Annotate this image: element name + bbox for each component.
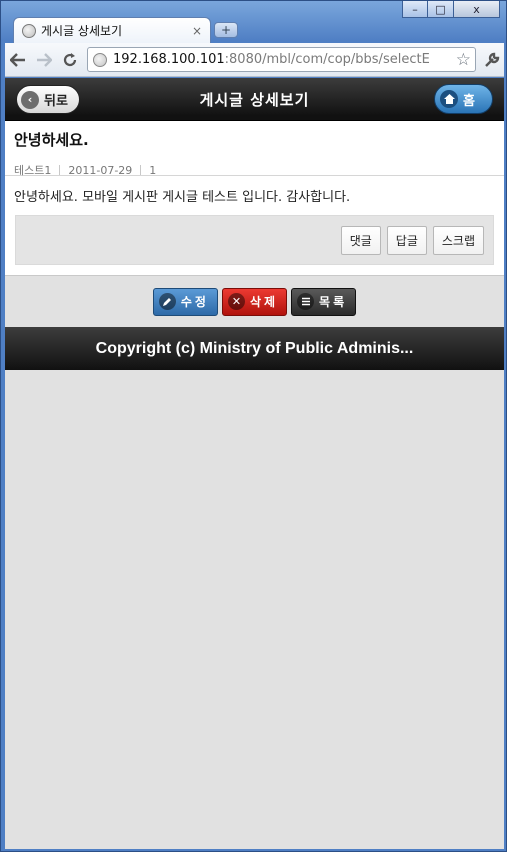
- new-tab-button[interactable]: +: [214, 22, 238, 38]
- bookmark-star-icon[interactable]: ☆: [452, 49, 471, 70]
- url-host: 192.168.100.101: [113, 52, 225, 67]
- window-controls: – □ x: [402, 1, 500, 18]
- back-label: 뒤로: [44, 94, 68, 109]
- reply-button[interactable]: 답글: [386, 225, 427, 255]
- address-bar[interactable]: 192.168.100.101:8080/mbl/com/cop/bbs/sel…: [87, 47, 476, 72]
- copyright-text: Copyright (c) Ministry of Public Adminis…: [95, 339, 414, 357]
- page-info-icon[interactable]: [93, 52, 107, 67]
- forward-arrow-icon[interactable]: [31, 47, 57, 73]
- delete-button[interactable]: ✕ 삭제: [221, 287, 288, 316]
- divider: [140, 165, 142, 175]
- page-header: ‹ 뒤로 게시글 상세보기 홈: [5, 78, 504, 121]
- delete-label: 삭제: [249, 295, 279, 309]
- list-icon: [297, 293, 315, 310]
- back-arrow-icon[interactable]: [5, 47, 31, 73]
- post-button-row: 수정 ✕ 삭제 목록: [5, 275, 504, 327]
- tab-close-icon[interactable]: ×: [192, 24, 202, 38]
- chevron-left-icon: ‹: [21, 90, 39, 109]
- home-label: 홈: [463, 93, 475, 109]
- close-window-button[interactable]: x: [454, 1, 500, 18]
- post-title: 안녕하세요.: [14, 131, 89, 149]
- back-button[interactable]: ‹ 뒤로: [16, 85, 80, 114]
- x-icon: ✕: [227, 293, 245, 310]
- page-footer: Copyright (c) Ministry of Public Adminis…: [5, 327, 504, 370]
- post-date: 2011-07-29: [68, 163, 133, 177]
- browser-toolbar: 192.168.100.101:8080/mbl/com/cop/bbs/sel…: [5, 43, 504, 77]
- comment-button[interactable]: 댓글: [340, 225, 381, 255]
- divider: [59, 165, 61, 175]
- home-button[interactable]: 홈: [434, 84, 493, 114]
- url-path: :8080/mbl/com/cop/bbs/selectE: [224, 52, 430, 67]
- post-head: 안녕하세요. 테스트1 2011-07-29 1: [5, 121, 504, 177]
- post-views: 1: [149, 163, 157, 177]
- pencil-icon: [158, 293, 176, 310]
- tab-title: 게시글 상세보기: [41, 24, 123, 38]
- globe-icon: [22, 23, 36, 38]
- maximize-button[interactable]: □: [428, 1, 454, 18]
- reload-icon[interactable]: [57, 47, 83, 73]
- list-label: 목록: [319, 295, 348, 309]
- list-button[interactable]: 목록: [291, 287, 357, 316]
- post-detail: 안녕하세요. 테스트1 2011-07-29 1 안녕하세요. 모바일 게시판 …: [5, 121, 504, 275]
- house-icon: [440, 90, 458, 108]
- browser-tab[interactable]: 게시글 상세보기 ×: [13, 17, 211, 43]
- wrench-icon[interactable]: [480, 47, 504, 73]
- page-viewport: ‹ 뒤로 게시글 상세보기 홈 안녕하세요. 테스트1 2011-07-29 1: [5, 78, 504, 849]
- edit-label: 수정: [180, 295, 209, 309]
- edit-button[interactable]: 수정: [152, 287, 218, 316]
- post-author: 테스트1: [14, 164, 52, 177]
- post-spacer: [5, 265, 504, 275]
- post-action-bar: 댓글 답글 스크랩: [15, 215, 494, 265]
- post-body: 안녕하세요. 모바일 게시판 게시글 테스트 입니다. 감사합니다.: [14, 190, 351, 205]
- browser-window: – □ x 게시글 상세보기 × + 192.168.100.101:8080/…: [0, 0, 507, 852]
- scrap-button[interactable]: 스크랩: [432, 225, 484, 255]
- minimize-button[interactable]: –: [402, 1, 428, 18]
- page-title: 게시글 상세보기: [199, 90, 310, 109]
